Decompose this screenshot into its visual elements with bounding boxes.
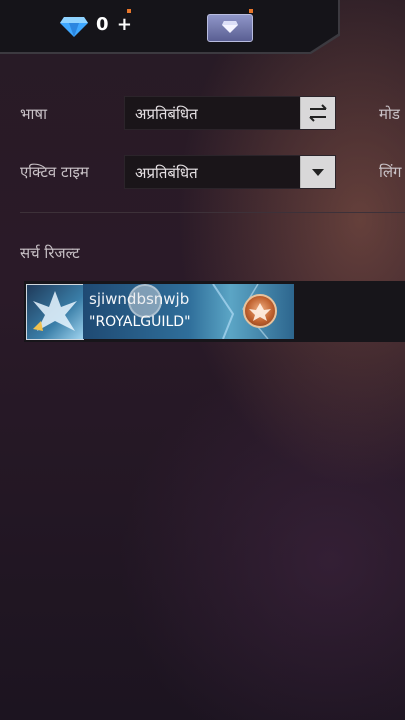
notification-dot-2: [249, 9, 253, 13]
active-time-select[interactable]: अप्रतिबंधित: [124, 155, 336, 189]
gender-label: लिंग: [379, 163, 402, 181]
language-select[interactable]: अप्रतिबंधित: [124, 96, 336, 130]
language-label: भाषा: [20, 105, 47, 123]
top-bar: [0, 0, 338, 52]
search-result-row[interactable]: sjiwndbsnwjb "ROYALGUILD": [24, 281, 405, 342]
mode-label: मोड: [379, 105, 400, 123]
membership-card-icon[interactable]: [207, 14, 253, 42]
search-results-heading: सर्च रिजल्ट: [20, 244, 80, 262]
diamond-count-value: 0: [96, 14, 109, 35]
dropdown-arrow-icon[interactable]: [300, 156, 335, 188]
rank-badge-icon: [243, 294, 277, 328]
active-time-label: एक्टिव टाइम: [20, 163, 89, 181]
swap-arrows-icon[interactable]: [300, 97, 335, 129]
diamond-counter[interactable]: 0 +: [96, 14, 132, 35]
diamond-icon: [60, 14, 88, 38]
notification-dot: [127, 9, 131, 13]
add-diamonds-button[interactable]: +: [117, 14, 132, 35]
player-avatar: [26, 284, 84, 340]
touch-indicator: [128, 284, 162, 318]
language-value: अप्रतिबंधित: [135, 105, 198, 123]
section-divider: [20, 212, 405, 213]
active-time-value: अप्रतिबंधित: [135, 164, 198, 182]
